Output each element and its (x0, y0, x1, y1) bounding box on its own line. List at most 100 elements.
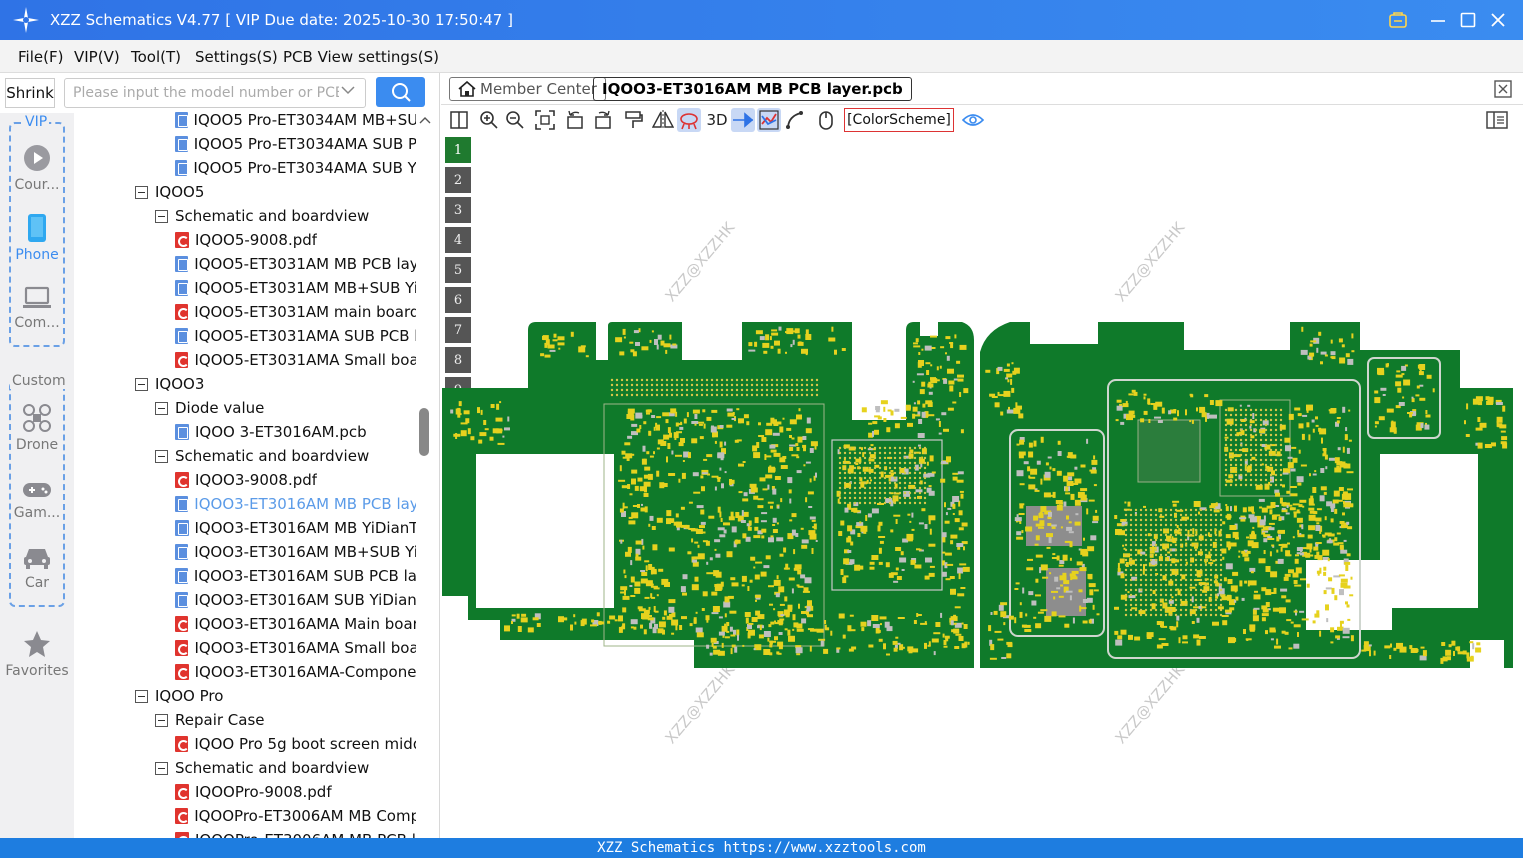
tree-file[interactable]: IQOO5-9008.pdf (175, 228, 416, 252)
tree-folder[interactable]: Repair Case (155, 708, 416, 732)
shrink-button[interactable]: Shrink (5, 78, 55, 108)
collapse-icon[interactable] (135, 185, 148, 199)
tree-file[interactable]: IQOO3-ET3016AMA-Componer (175, 660, 416, 684)
tree-file[interactable]: IQOO3-9008.pdf (175, 468, 416, 492)
scrollbar-thumb[interactable] (419, 408, 429, 456)
category-game[interactable]: Gam... (0, 479, 74, 521)
format-painter-button[interactable] (621, 108, 645, 132)
pdf-file-icon (175, 616, 190, 632)
side-panel-toggle-button[interactable] (1485, 108, 1509, 132)
tree-file[interactable]: IQOO3-ET3016AM MB PCB laye (175, 492, 416, 516)
tree-folder[interactable]: IQOO5 (135, 180, 416, 204)
tree-file[interactable]: IQOO3-ET3016AMA Small boar (175, 636, 416, 660)
category-favorites[interactable]: Favorites (0, 629, 74, 679)
pcb-file-icon (175, 592, 189, 608)
collapse-icon[interactable] (155, 713, 168, 727)
tree-file[interactable]: IQOO5-ET3031AM MB+SUB YiD (175, 276, 416, 300)
mirror-button[interactable] (651, 108, 675, 132)
tree-folder[interactable]: Diode value (155, 396, 416, 420)
net-highlight-button[interactable] (731, 108, 755, 132)
eye-icon[interactable] (961, 108, 985, 132)
minimize-button[interactable] (1426, 8, 1450, 32)
tree-file[interactable]: IQOO Pro 5g boot screen middl (175, 732, 416, 756)
tree-item-label: Repair Case (175, 711, 265, 729)
tree-item-label: Schematic and boardview (175, 759, 370, 777)
close-button[interactable] (1486, 8, 1510, 32)
collapse-icon[interactable] (135, 377, 148, 391)
laptop-icon (23, 286, 51, 308)
category-computer[interactable]: Com... (0, 285, 74, 331)
tree-file[interactable]: IQOOPro-ET3006AM MB Compo (175, 804, 416, 828)
category-courses[interactable]: Cour... (0, 143, 74, 193)
tree-folder[interactable]: Schematic and boardview (155, 756, 416, 780)
collapse-icon[interactable] (135, 689, 148, 703)
menu-vip[interactable]: VIP(V) (74, 48, 120, 66)
chevron-down-icon[interactable] (341, 85, 355, 95)
category-phone[interactable]: Phone (0, 213, 74, 263)
pcb-file-icon (175, 136, 188, 152)
tree-file[interactable]: IQOO5-ET3031AMA SUB PCB la (175, 324, 416, 348)
maximize-button[interactable] (1456, 8, 1480, 32)
tree-file[interactable]: IQOO 3-ET3016AM.pcb (175, 420, 416, 444)
tree-file[interactable]: IQOOPro-9008.pdf (175, 780, 416, 804)
tree-file[interactable]: IQOO5-ET3031AMA Small boar (175, 348, 416, 372)
pcb-board-view[interactable] (441, 135, 1523, 835)
search-input[interactable] (64, 78, 366, 108)
menu-file[interactable]: File(F) (18, 48, 63, 66)
tree-file[interactable]: IQOOPro-ET3006AM MB PCB l (175, 828, 416, 838)
collapse-icon[interactable] (155, 209, 168, 223)
pcb-file-icon (175, 424, 189, 440)
collapse-icon[interactable] (155, 761, 168, 775)
search-button[interactable] (376, 77, 425, 107)
collapse-icon[interactable] (155, 449, 168, 463)
tree-item-label: IQOO3-ET3016AMA Small boar (194, 639, 416, 657)
pcb-canvas[interactable]: XZZ@XZZHK XZZ@XZZHK XZZ@XZZHK XZZ@XZZHK (441, 135, 1523, 835)
tree-file[interactable]: IQOO3-ET3016AM MB+SUB YiD (175, 540, 416, 564)
tree-item-label: IQOO5-ET3031AMA Small boar (194, 351, 416, 369)
category-car[interactable]: Car (0, 545, 74, 591)
mouse-mode-button[interactable] (814, 108, 838, 132)
measure-button[interactable] (783, 108, 807, 132)
tree-item-label: IQOO3-ET3016AMA-Componer (194, 663, 416, 681)
menu-settings[interactable]: Settings(S) (195, 48, 278, 66)
tree-file[interactable]: IQOO5 Pro-ET3034AMA SUB PCB (175, 132, 416, 156)
tree-folder[interactable]: Schematic and boardview (155, 204, 416, 228)
tree-folder[interactable]: Schematic and boardview (155, 444, 416, 468)
tree-file[interactable]: IQOO3-ET3016AM SUB PCB laye (175, 564, 416, 588)
tree-folder[interactable]: IQOO3 (135, 372, 416, 396)
category-drone[interactable]: Drone (0, 403, 74, 453)
tree-file[interactable]: IQOO5 Pro-ET3034AM MB+SUB Y (175, 108, 416, 132)
tree-file[interactable]: IQOO5-ET3031AM MB PCB laye (175, 252, 416, 276)
tree-item-label: IQOO3-ET3016AM MB+SUB YiD (194, 543, 416, 561)
split-view-button[interactable] (447, 108, 471, 132)
chevron-up-icon[interactable] (419, 115, 431, 125)
zoom-in-button[interactable] (477, 108, 501, 132)
fit-view-button[interactable] (533, 108, 557, 132)
tree-item-label: IQOO5 (155, 183, 205, 201)
tree-folder[interactable]: IQOO Pro (135, 684, 416, 708)
collapse-icon[interactable] (155, 401, 168, 415)
tab-active-file[interactable]: IQOO3-ET3016AM MB PCB layer.pcb (593, 77, 912, 101)
tree-file[interactable]: IQOO5 Pro-ET3034AMA SUB YiDia (175, 156, 416, 180)
tree-scrollbar[interactable] (418, 113, 432, 838)
menu-pcb-view-settings[interactable]: PCB View settings(S) (283, 48, 439, 66)
tree-file[interactable]: IQOO3-ET3016AM SUB YiDianT (175, 588, 416, 612)
view-3d-button[interactable]: 3D (704, 108, 730, 132)
notebook-icon[interactable] (1386, 8, 1410, 32)
close-all-tabs-button[interactable] (1491, 77, 1515, 101)
menu-bar: File(F) VIP(V) Tool(T) Settings(S) PCB V… (0, 40, 1523, 73)
zoom-out-button[interactable] (503, 108, 527, 132)
tree-item-label: IQOO5 Pro-ET3034AMA SUB YiDia (193, 159, 416, 177)
pdf-file-icon (175, 664, 189, 680)
tree-file[interactable]: IQOO3-ET3016AMA Main boarc (175, 612, 416, 636)
tree-file[interactable]: IQOO5-ET3031AM main board i (175, 300, 416, 324)
tab-member-center[interactable]: Member Center (449, 77, 606, 101)
color-scheme-button[interactable]: [ColorScheme] (844, 108, 954, 132)
menu-tool[interactable]: Tool(T) (131, 48, 181, 66)
tree-file[interactable]: IQOO3-ET3016AM MB YiDianTc (175, 516, 416, 540)
rotate-left-button[interactable] (563, 108, 587, 132)
star-icon (24, 631, 50, 657)
bottom-side-button[interactable] (677, 108, 701, 132)
rotate-right-button[interactable] (591, 108, 615, 132)
trace-view-button[interactable] (757, 108, 781, 132)
